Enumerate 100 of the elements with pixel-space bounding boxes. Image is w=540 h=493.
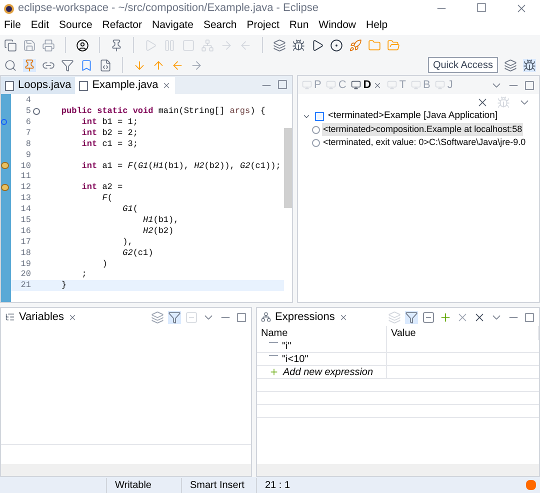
tree-item[interactable]: <terminated>composition.Example at localhost:58 <box>322 122 524 136</box>
view-title[interactable]: Expressions <box>275 308 335 326</box>
code-line: G2(c1) <box>122 248 154 258</box>
layers-icon[interactable] <box>273 38 286 52</box>
horizontal-scrollbar[interactable] <box>1 464 251 476</box>
code-line: int b2 = 2; <box>80 128 138 138</box>
perspective-icon[interactable] <box>504 58 517 72</box>
line-number: 19 <box>20 260 31 268</box>
rocket-icon[interactable] <box>349 38 362 52</box>
view-tab[interactable]: D <box>351 76 382 94</box>
line-number: 13 <box>20 194 31 203</box>
menu-item[interactable]: Edit <box>30 18 50 34</box>
view-icon[interactable] <box>351 80 362 90</box>
tree-item[interactable]: <terminated>Example [Java Application] <box>328 109 498 124</box>
menu-item[interactable]: Refactor <box>102 18 142 34</box>
editor-tab[interactable]: Loops.java <box>1 77 76 94</box>
menu-item[interactable]: File <box>4 18 21 34</box>
code-line: ), <box>122 238 133 246</box>
menu-item[interactable]: Navigate <box>152 18 194 34</box>
next-annotation-icon[interactable] <box>133 58 146 72</box>
horizontal-scrollbar[interactable] <box>257 464 539 476</box>
add-icon[interactable] <box>269 367 279 377</box>
line-number: 10 <box>20 162 31 170</box>
line-number: 12 <box>20 183 31 192</box>
code-line: int a1 = F(G1(H1(b1), H2(b2)), G2(c1)); <box>80 162 281 170</box>
column-header[interactable]: Value <box>387 326 539 340</box>
quick-access-field[interactable]: Quick Access <box>428 57 498 73</box>
search-icon[interactable] <box>4 58 17 72</box>
code-line: H2(b2) <box>142 226 174 236</box>
maximize-icon[interactable] <box>476 2 487 13</box>
line-number: 6 <box>24 118 31 126</box>
back-icon[interactable] <box>171 58 184 72</box>
code-line: } <box>60 281 67 290</box>
maximize-icon[interactable] <box>524 312 535 322</box>
status-text: Writable <box>106 478 181 492</box>
column-header[interactable]: Name <box>257 326 387 340</box>
expression-name[interactable]: "i" <box>282 338 292 354</box>
fold-icon[interactable] <box>32 108 40 115</box>
close-icon[interactable] <box>373 80 382 90</box>
tree-item[interactable]: <terminated, exit value: 0>C:\Software\Java\jre-9.0 <box>322 136 527 150</box>
print-icon[interactable] <box>42 38 55 52</box>
add-icon[interactable] <box>439 310 452 324</box>
bookmark-icon[interactable] <box>80 58 93 72</box>
line-number: 8 <box>24 140 31 148</box>
menu-item[interactable]: Window <box>318 18 356 34</box>
pin-icon[interactable] <box>110 38 123 52</box>
line-number: 7 <box>24 128 31 138</box>
status-text: 21 : 1 <box>256 478 331 492</box>
save-icon[interactable] <box>23 38 36 52</box>
open-folder-icon[interactable] <box>387 38 400 52</box>
line-number: 18 <box>20 248 31 258</box>
view-title[interactable]: Variables <box>19 308 64 326</box>
maximize-icon[interactable] <box>524 80 535 90</box>
editor-tab[interactable]: Example.java <box>75 77 176 94</box>
forward-icon[interactable] <box>190 58 203 72</box>
close-icon[interactable] <box>515 2 528 15</box>
step-marker-icon <box>1 184 9 192</box>
expression-name[interactable]: "i<10" <box>282 352 308 366</box>
person-icon[interactable] <box>76 38 89 52</box>
line-number: 17 <box>20 238 31 246</box>
line-number: 21 <box>20 281 31 290</box>
variables-icon[interactable] <box>5 312 15 322</box>
menu-item[interactable]: Project <box>246 18 280 34</box>
menu-item[interactable]: Search <box>203 18 237 34</box>
expression-name[interactable]: Add new expression <box>283 364 374 380</box>
debug-perspective-icon[interactable] <box>523 58 536 72</box>
folder-icon[interactable] <box>368 38 381 52</box>
line-number: 4 <box>24 96 31 105</box>
show-types-icon[interactable] <box>151 310 164 324</box>
menu-item[interactable]: Source <box>59 18 92 34</box>
close-icon[interactable] <box>338 312 348 322</box>
show-logical-icon[interactable] <box>168 310 181 324</box>
code-line: G1( <box>122 205 138 214</box>
filter-icon[interactable] <box>61 58 74 72</box>
step-marker-icon <box>1 162 9 170</box>
app-logo-icon <box>4 4 14 14</box>
marker-icon[interactable] <box>23 58 36 72</box>
menu-item[interactable]: Help <box>366 18 388 34</box>
line-number: 11 <box>20 172 31 181</box>
previous-annotation-icon[interactable] <box>152 58 165 72</box>
menu-item[interactable]: Run <box>289 18 309 34</box>
line-number: 14 <box>20 205 31 214</box>
application-icon <box>315 112 324 121</box>
code-line: ; <box>80 270 87 279</box>
code-line: ) <box>101 260 108 268</box>
status-text: Smart Insert <box>181 478 256 492</box>
close-icon[interactable] <box>162 81 172 90</box>
collapse-all-icon[interactable] <box>422 310 435 324</box>
bug-icon[interactable] <box>292 38 305 52</box>
maximize-icon[interactable] <box>236 312 247 322</box>
show-logical-icon[interactable] <box>405 310 418 324</box>
line-number: 15 <box>20 216 31 224</box>
run-icon[interactable] <box>311 38 324 52</box>
code-line: H1(b1), <box>142 216 179 224</box>
code-line: int a2 = <box>80 183 123 192</box>
close-icon[interactable] <box>68 312 78 322</box>
java-file-icon <box>79 80 88 90</box>
maximize-icon[interactable] <box>277 78 288 90</box>
line-number: 5 <box>24 107 31 116</box>
breakpoint-icon <box>1 119 7 126</box>
